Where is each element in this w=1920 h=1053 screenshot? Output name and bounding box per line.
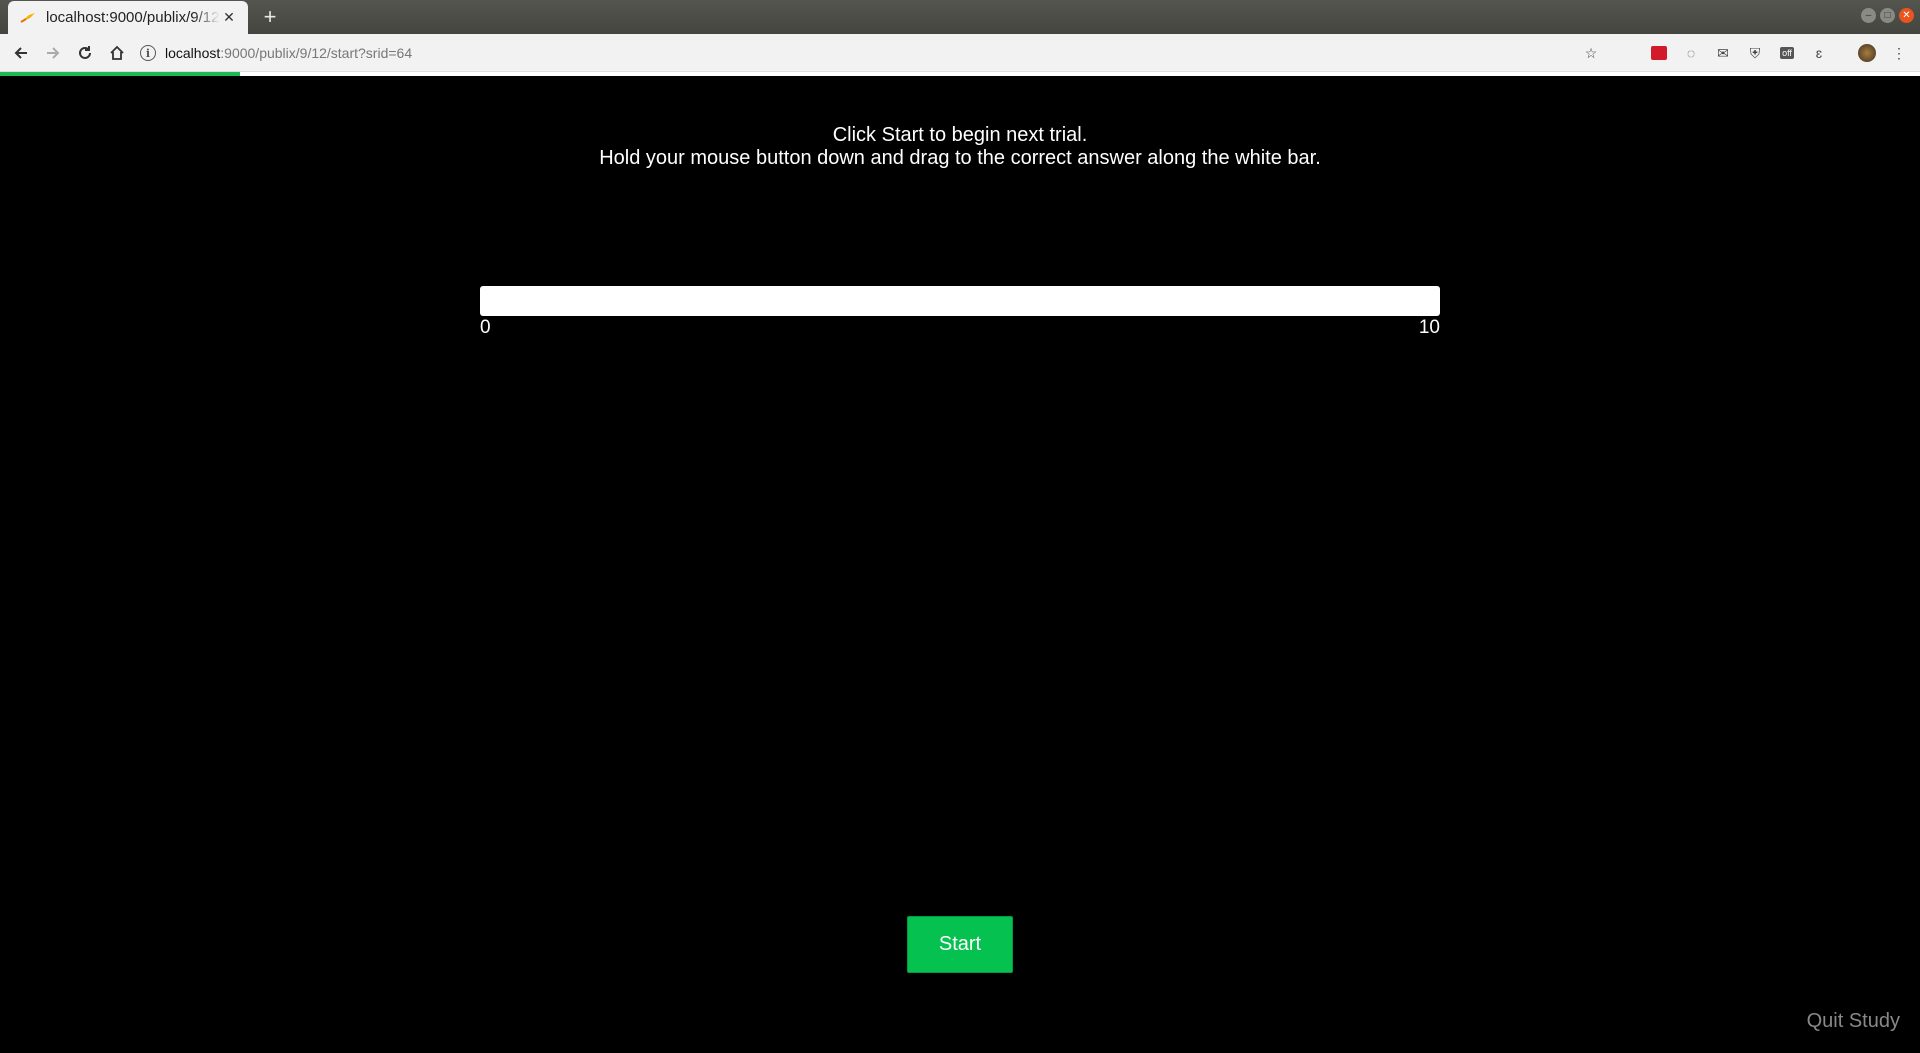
window-controls: – □ ✕: [1861, 8, 1914, 23]
slider-max-label: 10: [1418, 317, 1440, 338]
study-page: Click Start to begin next trial. Hold yo…: [0, 76, 1920, 1053]
bookmark-star-icon[interactable]: ☆: [1580, 42, 1602, 64]
reload-icon[interactable]: [75, 43, 95, 63]
site-info-icon[interactable]: i: [140, 45, 156, 61]
circle-extension-icon[interactable]: ◌: [1680, 42, 1702, 64]
script-extension-icon[interactable]: ɛ: [1808, 42, 1830, 64]
instructions: Click Start to begin next trial. Hold yo…: [0, 124, 1920, 170]
shield-extension-icon[interactable]: ⛨: [1744, 42, 1766, 64]
browser-toolbar: i localhost:9000/publix/9/12/start?srid=…: [0, 34, 1920, 72]
address-bar[interactable]: i localhost:9000/publix/9/12/start?srid=…: [140, 39, 1620, 67]
profile-avatar-icon[interactable]: [1856, 42, 1878, 64]
close-window-icon[interactable]: ✕: [1899, 8, 1914, 23]
slider-min-label: 0: [480, 317, 491, 338]
browser-titlebar: localhost:9000/publix/9/12/start?srid=64…: [0, 0, 1920, 34]
red-extension-icon[interactable]: [1648, 42, 1670, 64]
menu-kebab-icon[interactable]: ⋮: [1888, 42, 1910, 64]
quit-study-link[interactable]: Quit Study: [1807, 1010, 1900, 1033]
tab-close-icon[interactable]: ✕: [220, 9, 238, 27]
answer-slider-bar[interactable]: [480, 286, 1440, 316]
url-host: localhost: [165, 45, 221, 61]
mail-extension-icon[interactable]: ✉: [1712, 42, 1734, 64]
instruction-line-1: Click Start to begin next trial.: [832, 124, 1088, 146]
extension-icons: ☆ ◌ ✉ ⛨ off ɛ ⋮: [1580, 42, 1910, 64]
off-extension-icon[interactable]: off: [1776, 42, 1798, 64]
minimize-icon[interactable]: –: [1861, 8, 1876, 23]
forward-icon[interactable]: [43, 43, 63, 63]
home-icon[interactable]: [107, 43, 127, 63]
maximize-icon[interactable]: □: [1880, 8, 1895, 23]
back-icon[interactable]: [11, 43, 31, 63]
browser-tab[interactable]: localhost:9000/publix/9/12/start?srid=64…: [8, 1, 248, 34]
url-path: :9000/publix/9/12/start?srid=64: [220, 45, 413, 61]
new-tab-button[interactable]: +: [258, 5, 282, 29]
start-button[interactable]: Start: [907, 916, 1013, 973]
instruction-line-2: Hold your mouse button down and drag to …: [599, 147, 1321, 169]
tab-title: localhost:9000/publix/9/12/start?srid=64: [46, 9, 220, 26]
tab-favicon-icon: [20, 11, 38, 25]
